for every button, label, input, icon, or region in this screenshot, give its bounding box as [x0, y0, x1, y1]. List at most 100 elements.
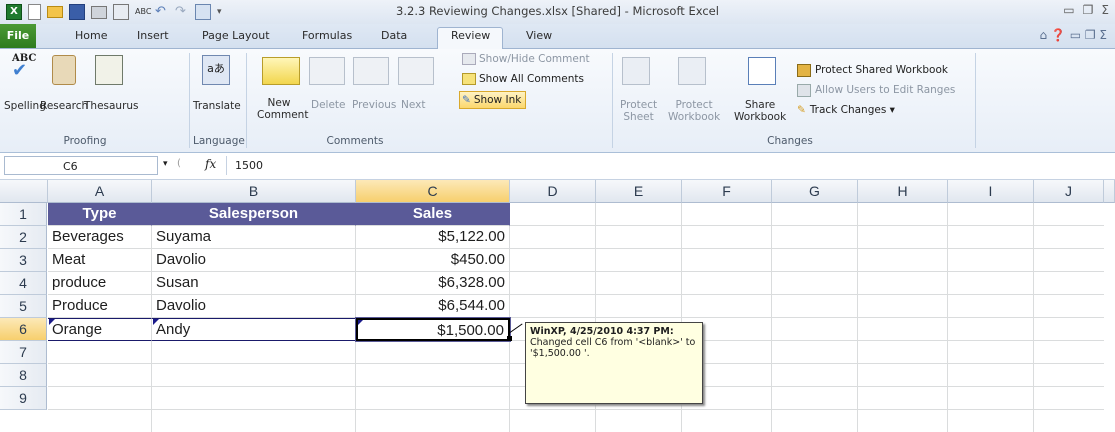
column-header-c[interactable]: C [356, 180, 510, 203]
column-header-g[interactable]: G [772, 180, 858, 203]
grid-line [857, 203, 858, 432]
table-cell[interactable]: Davolio [152, 249, 356, 272]
table-cell[interactable]: $6,328.00 [356, 272, 510, 295]
tab-insert[interactable]: Insert [137, 29, 169, 42]
table-cell[interactable]: Susan [152, 272, 356, 295]
proofing-group-label: Proofing [63, 135, 107, 147]
table-cell[interactable]: $450.00 [356, 249, 510, 272]
tab-review[interactable]: Review [451, 29, 490, 42]
table-cell[interactable]: Davolio [152, 295, 356, 318]
insert-function-icon[interactable]: fx [205, 157, 216, 171]
tab-page-layout[interactable]: Page Layout [202, 29, 270, 42]
table-cell[interactable]: $5,122.00 [356, 226, 510, 249]
table-cell[interactable]: Produce [48, 295, 152, 318]
table-header-salesperson[interactable]: Salesperson [152, 203, 356, 226]
fill-handle[interactable] [507, 336, 512, 341]
row-header[interactable]: 4 [0, 272, 47, 295]
share-workbook-button[interactable]: Share Workbook [734, 99, 786, 123]
thesaurus-button[interactable]: Thesaurus [84, 100, 139, 112]
scrollbar-icon[interactable] [1104, 180, 1115, 203]
new-comment-icon[interactable] [262, 57, 300, 85]
table-cell[interactable]: Beverages [48, 226, 152, 249]
new-comment-button[interactable]: New Comment [257, 97, 308, 121]
track-changes-icon: ✎ [797, 104, 806, 116]
column-header-b[interactable]: B [152, 180, 356, 203]
show-all-comments-button[interactable]: Show All Comments [462, 71, 584, 87]
track-changes-button[interactable]: ✎ Track Changes ▾ [797, 102, 895, 118]
column-header-f[interactable]: F [682, 180, 772, 203]
allow-users-button[interactable]: Allow Users to Edit Ranges [797, 82, 955, 98]
next-comment-button[interactable]: Next [401, 99, 425, 111]
name-box-dropdown-icon[interactable]: ▾ [163, 159, 168, 169]
table-header-type[interactable]: Type [48, 203, 152, 226]
tab-file[interactable]: File [0, 24, 36, 48]
comment-text: Changed cell C6 from '<blank>' to '$1,50… [530, 337, 696, 359]
column-header-e[interactable]: E [596, 180, 682, 203]
research-button[interactable]: Research [40, 100, 88, 112]
share-workbook-icon[interactable] [748, 57, 776, 85]
comments-group-label: Comments [326, 135, 384, 147]
tab-home[interactable]: Home [75, 29, 107, 42]
help-icon[interactable]: ⌂ ❓ ▭ ❐ Σ [1040, 28, 1108, 42]
name-box[interactable]: C6 [4, 156, 158, 175]
restore-icon[interactable]: ❐ [1083, 3, 1094, 17]
tab-data[interactable]: Data [381, 29, 407, 42]
column-header-i[interactable]: I [948, 180, 1034, 203]
dropdown-arrow-icon: ▾ [886, 104, 895, 116]
minimize-icon[interactable]: ▭ [1063, 3, 1074, 17]
protect-workbook-icon [678, 57, 706, 85]
change-marker-icon [153, 319, 159, 325]
tab-formulas[interactable]: Formulas [302, 29, 352, 42]
row-header[interactable]: 2 [0, 226, 47, 249]
research-icon[interactable] [52, 55, 76, 85]
row-header[interactable]: 7 [0, 341, 47, 364]
protect-sheet-icon [622, 57, 650, 85]
grid-line [771, 203, 772, 432]
formula-input[interactable]: 1500 [226, 156, 1115, 175]
spelling-icon[interactable]: ABC ✔ [12, 53, 36, 83]
previous-comment-button[interactable]: Previous [352, 99, 396, 111]
delete-comment-icon [309, 57, 345, 85]
protect-shared-workbook-button[interactable]: Protect Shared Workbook [797, 62, 948, 78]
table-cell[interactable]: Andy [152, 318, 356, 341]
column-header-j[interactable]: J [1034, 180, 1104, 203]
show-hide-comment-button[interactable]: Show/Hide Comment [462, 51, 590, 67]
protect-workbook-button[interactable]: Protect Workbook [668, 99, 720, 123]
show-ink-icon: ✎ [462, 94, 471, 106]
show-ink-button[interactable]: ✎ Show Ink [459, 91, 527, 109]
language-group-label: Language [193, 135, 245, 147]
table-cell[interactable]: produce [48, 272, 152, 295]
row-header[interactable]: 3 [0, 249, 47, 272]
group-separator [246, 53, 247, 148]
window-controls: ▭ ❐ Σ [1063, 3, 1109, 17]
grid-line [1033, 203, 1034, 432]
thesaurus-icon[interactable] [95, 55, 123, 85]
row-header[interactable]: 5 [0, 295, 47, 318]
protect-shared-icon [797, 63, 811, 77]
group-separator [612, 53, 613, 148]
column-header-a[interactable]: A [48, 180, 152, 203]
table-cell[interactable]: Suyama [152, 226, 356, 249]
formula-separator-icon: ( [177, 158, 181, 169]
selected-cell-c6[interactable]: $1,500.00 [355, 317, 511, 342]
select-all-corner[interactable] [0, 180, 48, 203]
table-cell[interactable]: Orange [48, 318, 152, 341]
translate-icon[interactable]: aあ [202, 55, 230, 85]
row-header[interactable]: 9 [0, 387, 47, 410]
changes-group-label: Changes [767, 135, 813, 147]
change-marker-icon [358, 320, 363, 325]
row-header[interactable]: 1 [0, 203, 47, 226]
translate-button[interactable]: Translate [193, 100, 241, 112]
close-icon[interactable]: Σ [1101, 3, 1109, 17]
row-header[interactable]: 6 [0, 318, 47, 341]
table-cell[interactable]: $6,544.00 [356, 295, 510, 318]
group-separator [975, 53, 976, 148]
column-header-d[interactable]: D [510, 180, 596, 203]
table-header-sales[interactable]: Sales [356, 203, 510, 226]
row-header[interactable]: 8 [0, 364, 47, 387]
delete-comment-button[interactable]: Delete [311, 99, 346, 111]
column-header-h[interactable]: H [858, 180, 948, 203]
table-cell[interactable]: Meat [48, 249, 152, 272]
tab-view[interactable]: View [526, 29, 552, 42]
protect-sheet-button[interactable]: Protect Sheet [620, 99, 657, 123]
